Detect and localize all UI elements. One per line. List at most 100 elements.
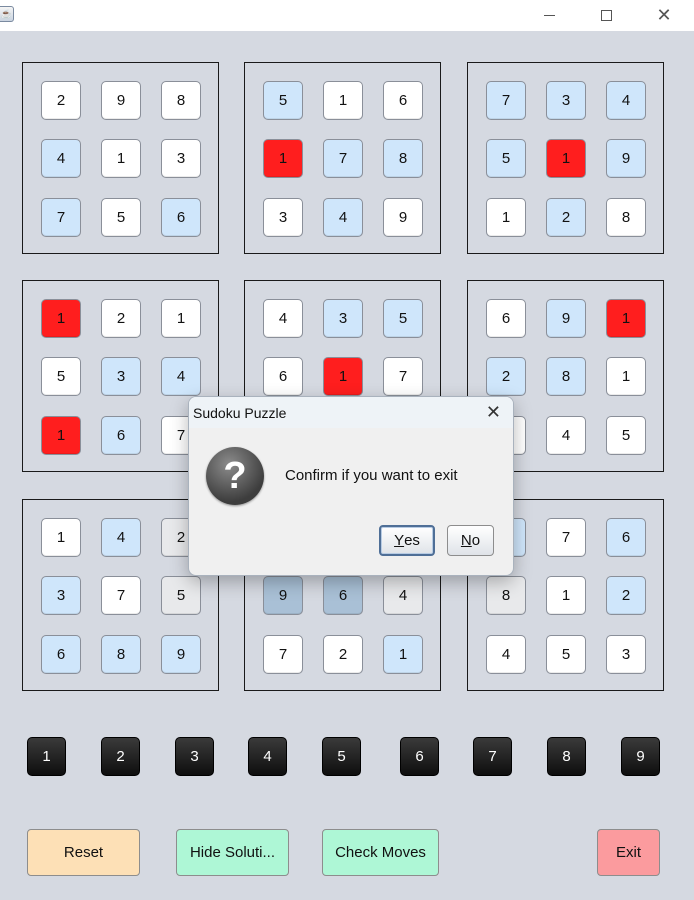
number-pad-key-5[interactable]: 5 bbox=[322, 737, 361, 776]
sudoku-cell[interactable]: 1 bbox=[41, 299, 81, 338]
number-pad-key-8[interactable]: 8 bbox=[547, 737, 586, 776]
no-mnemonic: N bbox=[460, 532, 472, 549]
sudoku-cell[interactable]: 8 bbox=[383, 139, 423, 178]
sudoku-cell[interactable]: 1 bbox=[101, 139, 141, 178]
sudoku-cell[interactable]: 5 bbox=[546, 635, 586, 674]
number-pad-key-4[interactable]: 4 bbox=[248, 737, 287, 776]
sudoku-cell[interactable]: 1 bbox=[546, 139, 586, 178]
sudoku-cell[interactable]: 8 bbox=[101, 635, 141, 674]
sudoku-cell[interactable]: 1 bbox=[41, 416, 81, 455]
sudoku-cell[interactable]: 2 bbox=[101, 299, 141, 338]
sudoku-cell[interactable]: 4 bbox=[546, 416, 586, 455]
sudoku-cell[interactable]: 7 bbox=[486, 81, 526, 120]
sudoku-box: 734519128 bbox=[467, 62, 664, 254]
sudoku-cell[interactable]: 4 bbox=[41, 139, 81, 178]
minimize-button[interactable] bbox=[527, 0, 571, 31]
exit-button[interactable]: Exit bbox=[597, 829, 660, 876]
sudoku-cell[interactable]: 6 bbox=[161, 198, 201, 237]
sudoku-cell[interactable]: 1 bbox=[263, 139, 303, 178]
sudoku-cell[interactable]: 1 bbox=[323, 357, 363, 396]
sudoku-cell[interactable]: 5 bbox=[101, 198, 141, 237]
sudoku-cell[interactable]: 5 bbox=[161, 576, 201, 615]
sudoku-cell[interactable]: 3 bbox=[263, 198, 303, 237]
sudoku-cell[interactable]: 9 bbox=[101, 81, 141, 120]
sudoku-cell[interactable]: 4 bbox=[606, 81, 646, 120]
sudoku-cell[interactable]: 4 bbox=[101, 518, 141, 557]
sudoku-cell[interactable]: 5 bbox=[606, 416, 646, 455]
sudoku-cell[interactable]: 5 bbox=[486, 139, 526, 178]
close-button[interactable]: ✕ bbox=[642, 0, 686, 31]
sudoku-cell[interactable]: 3 bbox=[161, 139, 201, 178]
sudoku-cell[interactable]: 5 bbox=[41, 357, 81, 396]
sudoku-cell[interactable]: 1 bbox=[546, 576, 586, 615]
sudoku-cell[interactable]: 7 bbox=[41, 198, 81, 237]
sudoku-cell[interactable]: 3 bbox=[323, 299, 363, 338]
sudoku-cell[interactable]: 6 bbox=[323, 576, 363, 615]
sudoku-cell[interactable]: 8 bbox=[606, 198, 646, 237]
no-label-rest: o bbox=[471, 532, 481, 549]
sudoku-cell[interactable]: 6 bbox=[101, 416, 141, 455]
dialog-message: Confirm if you want to exit bbox=[285, 467, 458, 484]
sudoku-cell[interactable]: 2 bbox=[546, 198, 586, 237]
sudoku-cell[interactable]: 7 bbox=[263, 635, 303, 674]
sudoku-cell[interactable]: 6 bbox=[41, 635, 81, 674]
sudoku-cell[interactable]: 6 bbox=[263, 357, 303, 396]
sudoku-box: 516178349 bbox=[244, 62, 441, 254]
hide-solution-button[interactable]: Hide Soluti... bbox=[176, 829, 289, 876]
sudoku-cell[interactable]: 1 bbox=[486, 198, 526, 237]
sudoku-box: 298 413 756 bbox=[22, 62, 219, 254]
sudoku-cell[interactable]: 9 bbox=[383, 198, 423, 237]
sudoku-cell[interactable]: 2 bbox=[41, 81, 81, 120]
sudoku-cell[interactable]: 6 bbox=[486, 299, 526, 338]
sudoku-cell[interactable]: 7 bbox=[323, 139, 363, 178]
sudoku-cell[interactable]: 8 bbox=[486, 576, 526, 615]
sudoku-cell[interactable]: 7 bbox=[383, 357, 423, 396]
sudoku-cell[interactable]: 1 bbox=[161, 299, 201, 338]
sudoku-cell[interactable]: 1 bbox=[383, 635, 423, 674]
number-pad-key-9[interactable]: 9 bbox=[621, 737, 660, 776]
sudoku-cell[interactable]: 8 bbox=[161, 81, 201, 120]
sudoku-cell[interactable]: 1 bbox=[323, 81, 363, 120]
window-titlebar: ☕ ✕ bbox=[0, 0, 694, 31]
sudoku-cell[interactable]: 9 bbox=[161, 635, 201, 674]
dialog-close-icon[interactable]: ✕ bbox=[486, 402, 501, 423]
reset-button[interactable]: Reset bbox=[27, 829, 140, 876]
sudoku-cell[interactable]: 5 bbox=[383, 299, 423, 338]
sudoku-cell[interactable]: 7 bbox=[101, 576, 141, 615]
sudoku-cell[interactable]: 4 bbox=[161, 357, 201, 396]
sudoku-cell[interactable]: 3 bbox=[41, 576, 81, 615]
no-button[interactable]: No bbox=[447, 525, 494, 556]
sudoku-cell[interactable]: 2 bbox=[606, 576, 646, 615]
sudoku-cell[interactable]: 3 bbox=[101, 357, 141, 396]
sudoku-cell[interactable]: 7 bbox=[546, 518, 586, 557]
sudoku-cell[interactable]: 5 bbox=[263, 81, 303, 120]
sudoku-cell[interactable]: 4 bbox=[486, 635, 526, 674]
maximize-button[interactable] bbox=[584, 0, 628, 31]
sudoku-cell[interactable]: 2 bbox=[486, 357, 526, 396]
sudoku-cell[interactable]: 8 bbox=[546, 357, 586, 396]
sudoku-cell[interactable]: 3 bbox=[606, 635, 646, 674]
sudoku-cell[interactable]: 4 bbox=[323, 198, 363, 237]
sudoku-cell[interactable]: 1 bbox=[41, 518, 81, 557]
check-moves-button[interactable]: Check Moves bbox=[322, 829, 439, 876]
number-pad-key-7[interactable]: 7 bbox=[473, 737, 512, 776]
sudoku-cell[interactable]: 2 bbox=[323, 635, 363, 674]
sudoku-cell[interactable]: 9 bbox=[263, 576, 303, 615]
number-pad-key-1[interactable]: 1 bbox=[27, 737, 66, 776]
sudoku-cell[interactable]: 1 bbox=[606, 299, 646, 338]
sudoku-cell[interactable]: 4 bbox=[383, 576, 423, 615]
sudoku-cell[interactable]: 6 bbox=[606, 518, 646, 557]
yes-button[interactable]: Yes bbox=[379, 525, 435, 556]
sudoku-cell[interactable]: 9 bbox=[546, 299, 586, 338]
dialog-titlebar: Sudoku Puzzle ✕ bbox=[189, 397, 513, 428]
sudoku-cell[interactable]: 1 bbox=[606, 357, 646, 396]
sudoku-cell[interactable]: 4 bbox=[263, 299, 303, 338]
sudoku-cell[interactable]: 6 bbox=[383, 81, 423, 120]
sudoku-cell[interactable]: 9 bbox=[606, 139, 646, 178]
minimize-icon bbox=[543, 15, 555, 16]
sudoku-cell[interactable]: 3 bbox=[546, 81, 586, 120]
number-pad-key-3[interactable]: 3 bbox=[175, 737, 214, 776]
number-pad-key-2[interactable]: 2 bbox=[101, 737, 140, 776]
number-pad-key-6[interactable]: 6 bbox=[400, 737, 439, 776]
close-icon: ✕ bbox=[656, 5, 672, 26]
